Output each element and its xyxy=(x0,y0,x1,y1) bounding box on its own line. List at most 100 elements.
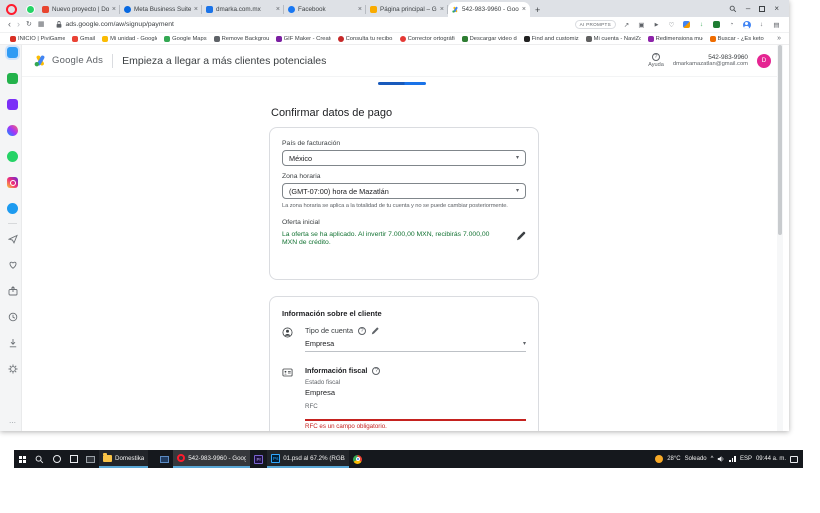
taskbar-app-explorer[interactable] xyxy=(156,450,173,468)
downloads-icon[interactable]: ↓ xyxy=(757,20,766,29)
bookmark-gmail[interactable]: Gmail xyxy=(72,36,95,42)
ai-prompts-extension[interactable]: AI PROMPTS xyxy=(575,20,616,29)
instagram-icon[interactable] xyxy=(7,177,18,188)
share-extension-icon[interactable]: ↗ xyxy=(622,20,631,29)
sidebar-more-icon[interactable]: ⋯ xyxy=(9,419,18,427)
green-app-icon[interactable] xyxy=(7,73,18,84)
bookmark-remove-bg[interactable]: Remove Backgroun... xyxy=(214,36,269,42)
start-button[interactable] xyxy=(14,450,31,468)
history-clock-icon[interactable] xyxy=(7,311,18,322)
tab-close-icon[interactable]: × xyxy=(522,6,526,13)
weather-desc[interactable]: Soleado xyxy=(685,456,707,462)
bookmarks-overflow-icon[interactable]: » xyxy=(777,35,781,42)
bookmark-video-dl[interactable]: Descargar video de... xyxy=(462,36,517,42)
tab-facebook[interactable]: Facebook × xyxy=(284,2,366,17)
tab-close-icon[interactable]: × xyxy=(276,6,280,13)
country-select[interactable]: México ▾ xyxy=(282,150,526,166)
tab-nuevo-proyecto[interactable]: Nuevo proyecto | Domesti... × xyxy=(38,2,120,17)
avatar[interactable]: D xyxy=(757,54,771,68)
pinned-tab-whatsapp[interactable] xyxy=(22,2,38,17)
bookmark-maps[interactable]: Google Maps xyxy=(164,36,206,42)
my-flow-icon[interactable] xyxy=(7,285,18,296)
task-view-button[interactable] xyxy=(65,450,82,468)
account-type-select[interactable]: Empresa ▾ xyxy=(305,339,526,352)
edit-pencil-icon[interactable] xyxy=(371,327,379,335)
bookmark-redimensiona[interactable]: Redimensiona muc... xyxy=(648,36,703,42)
tab-dmarka[interactable]: dmarka.com.mx × xyxy=(202,2,284,17)
bookmark-gif-maker[interactable]: GIF Maker - Create... xyxy=(276,36,331,42)
bookmark-keto[interactable]: Buscar - ¿Es keto es... xyxy=(710,36,765,42)
purple-app-icon[interactable] xyxy=(7,99,18,110)
tab-close-icon[interactable]: × xyxy=(112,6,116,13)
new-tab-button[interactable]: + xyxy=(535,5,540,15)
page-scrollbar[interactable] xyxy=(777,45,783,431)
grid-icon[interactable]: ▦ xyxy=(38,21,45,28)
green-download-extension-icon[interactable]: ↓ xyxy=(697,20,706,29)
tab-title: Facebook xyxy=(298,6,355,13)
bookmark-pivigames[interactable]: INICIO | PiviGames xyxy=(10,36,65,42)
meta-favicon xyxy=(124,6,131,13)
tab-close-icon[interactable]: × xyxy=(358,6,362,13)
tab-close-icon[interactable]: × xyxy=(194,6,198,13)
tab-pagina-principal[interactable]: Página principal – Googl... × xyxy=(366,2,448,17)
drive-icon xyxy=(102,36,108,42)
telegram-icon[interactable] xyxy=(7,233,18,244)
tab-google-ads-active[interactable]: 542-983-9960 - Google Ads × xyxy=(448,2,530,17)
help-icon[interactable]: ? xyxy=(372,367,380,375)
downloads-sidebar-icon[interactable] xyxy=(7,337,18,348)
blue-orange-extension-icon[interactable] xyxy=(682,20,691,29)
minimize-button[interactable]: – xyxy=(746,5,750,13)
facebook-favicon xyxy=(288,6,295,13)
taskbar-app-monitor[interactable] xyxy=(82,450,99,468)
bookmark-drive[interactable]: Mi unidad - Google... xyxy=(102,36,157,42)
tray-expand-icon[interactable]: ^ xyxy=(711,456,714,462)
bookmark-corrector[interactable]: Corrector ortográfic... xyxy=(400,36,455,42)
capture-extension-icon[interactable]: ▣ xyxy=(637,20,646,29)
taskbar-premiere[interactable]: Pr xyxy=(250,450,267,468)
rfc-input-underline[interactable] xyxy=(305,419,526,421)
edit-pencil-icon[interactable] xyxy=(516,231,526,241)
scrollbar-thumb[interactable] xyxy=(778,45,782,235)
bookmark-recibo[interactable]: Consulta tu recibo... xyxy=(338,36,393,42)
tab-meta-business[interactable]: Meta Business Suite × xyxy=(120,2,202,17)
twitter-icon[interactable] xyxy=(7,203,18,214)
spaces-icon[interactable] xyxy=(7,47,18,58)
weather-temp[interactable]: 28°C xyxy=(667,456,680,462)
send-extension-icon[interactable]: ▶ xyxy=(652,20,661,29)
help-button[interactable]: ? Ayuda xyxy=(648,53,664,68)
green-extension-icon[interactable] xyxy=(712,20,721,29)
cortana-button[interactable] xyxy=(48,450,65,468)
timezone-select[interactable]: (GMT-07:00) hora de Mazatlán ▾ xyxy=(282,183,526,199)
help-icon[interactable]: ? xyxy=(358,327,366,335)
taskbar-search-button[interactable] xyxy=(31,450,48,468)
clock[interactable]: 09:44 a. m. xyxy=(756,456,786,462)
favorites-heart-icon[interactable] xyxy=(7,259,18,270)
language-indicator[interactable]: ESP xyxy=(740,456,752,462)
tab-search-icon[interactable] xyxy=(729,5,737,13)
taskbar-domestika-window[interactable]: Domestika xyxy=(99,450,148,468)
forward-icon[interactable]: › xyxy=(17,20,20,29)
volume-icon[interactable] xyxy=(717,455,725,463)
opera-menu-icon[interactable] xyxy=(6,4,17,15)
url-field[interactable]: ads.google.com/aw/signup/payment xyxy=(55,20,174,29)
messenger-icon[interactable] xyxy=(7,125,18,136)
bookmark-mi-cuenta[interactable]: Mi cuenta - NaviZo... xyxy=(586,36,641,42)
sidebar-panel-icon[interactable]: ▤ xyxy=(772,20,781,29)
back-icon[interactable]: ‹ xyxy=(8,20,11,29)
heart-extension-icon[interactable]: ♡ xyxy=(667,20,676,29)
restore-button[interactable] xyxy=(759,6,765,12)
tab-close-icon[interactable]: × xyxy=(440,6,444,13)
taskbar-chrome[interactable] xyxy=(349,450,366,468)
action-center-icon[interactable] xyxy=(790,456,798,463)
taskbar-photoshop-window[interactable]: Ps 01.psd al 67.2% (RGB/... xyxy=(267,450,349,468)
taskbar-opera-window[interactable]: 542-983-9960 - Googl... xyxy=(173,450,250,468)
whatsapp-sidebar-icon[interactable] xyxy=(7,151,18,162)
close-button[interactable]: × xyxy=(774,5,779,13)
clock-extension-icon[interactable]: ◔ xyxy=(727,20,736,29)
settings-gear-icon[interactable] xyxy=(7,363,18,374)
bookmark-find[interactable]: Find and customiz... xyxy=(524,36,579,42)
reload-icon[interactable]: ↻ xyxy=(26,21,32,28)
profile-extension-icon[interactable] xyxy=(742,20,751,29)
account-person-icon xyxy=(282,327,293,338)
network-icon[interactable] xyxy=(729,456,736,462)
